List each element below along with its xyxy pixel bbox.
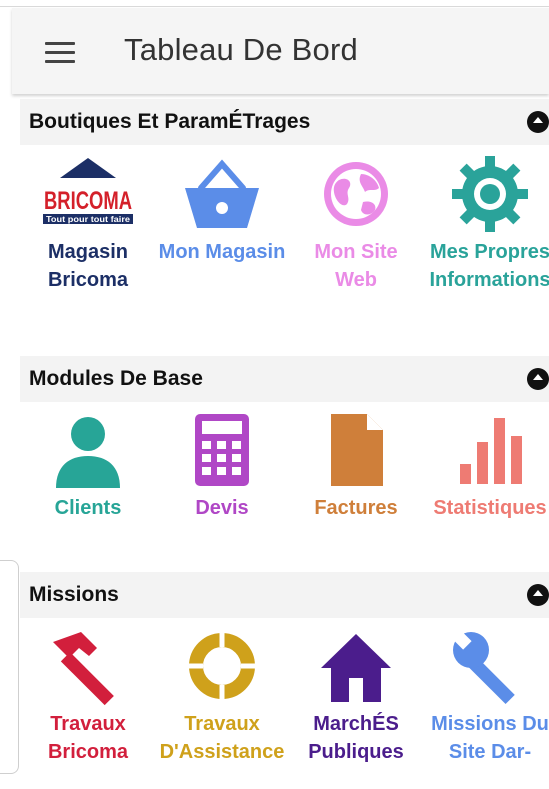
tile-label: Missions Du Site Dar- (431, 713, 549, 763)
hammer-icon (53, 632, 114, 706)
file-icon (331, 414, 383, 486)
bar-chart-icon (460, 418, 522, 484)
section-header-modules[interactable]: Modules De Base (20, 356, 549, 402)
section-header-boutiques[interactable]: Boutiques Et ParamÉTrages (20, 99, 549, 145)
tile-label: Magasin Bricoma (47, 241, 129, 291)
basket-icon (185, 159, 259, 228)
section-title: Missions (29, 583, 119, 606)
tile-label: MarchÉS Publiques (308, 713, 404, 763)
tile-label: Travaux Bricoma (47, 713, 129, 763)
tile-label: Devis (195, 497, 249, 519)
app-bar: Tableau De Bord (12, 8, 549, 94)
side-drawer-handle[interactable] (0, 560, 19, 774)
tile-label: Mes Propres Informations (429, 241, 549, 291)
section-title: Boutiques Et ParamÉTrages (29, 110, 311, 133)
wrench-icon (450, 628, 515, 705)
tile-label: Mon Magasin (158, 241, 286, 263)
status-bar (0, 0, 549, 7)
tile-label: Factures (314, 497, 398, 519)
bricoma-logo-text: BRICOMA (44, 187, 132, 215)
tile-label: Clients (54, 497, 122, 519)
collapse-icon[interactable] (527, 111, 549, 133)
bricoma-logo-icon: BRICOMA Tout pour tout faire (41, 158, 135, 224)
globe-icon (324, 162, 388, 226)
bricoma-logo-tagline: Tout pour tout faire (46, 215, 131, 224)
page-title: Tableau De Bord (124, 32, 358, 67)
user-icon (56, 417, 120, 488)
calculator-icon (195, 414, 249, 486)
collapse-icon[interactable] (527, 368, 549, 390)
tile-label: Travaux D'Assistance (159, 713, 285, 763)
gear-icon (452, 156, 528, 232)
life-ring-icon (189, 633, 255, 699)
tile-label: Statistiques (433, 497, 547, 519)
section-title: Modules De Base (29, 367, 203, 390)
home-icon (321, 634, 391, 702)
menu-icon[interactable] (45, 42, 75, 64)
collapse-icon[interactable] (527, 584, 549, 606)
section-header-missions[interactable]: Missions (20, 572, 549, 618)
tile-label: Mon Site Web (314, 241, 398, 291)
